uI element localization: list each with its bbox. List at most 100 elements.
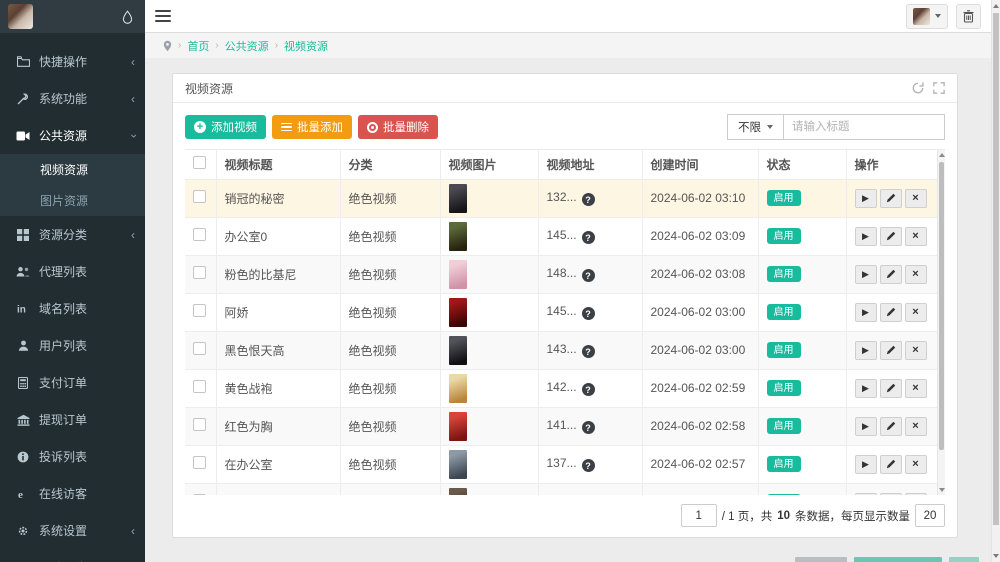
edit-button[interactable] (879, 340, 902, 360)
breadcrumb-home[interactable]: 首页 (187, 38, 209, 54)
row-checkbox[interactable] (193, 456, 206, 469)
breadcrumb-video-res[interactable]: 视频资源 (284, 38, 328, 54)
sidebar-item-system-func[interactable]: 系统功能 ‹ (0, 80, 145, 117)
scroll-up-arrow-icon[interactable] (939, 153, 945, 157)
category-filter-dropdown[interactable]: 不限 (727, 114, 783, 140)
delete-button[interactable]: × (904, 340, 927, 360)
droplet-icon[interactable] (122, 9, 133, 24)
page-scrollbar[interactable] (991, 0, 1000, 562)
delete-button[interactable]: × (904, 492, 927, 495)
gear-icon (15, 524, 31, 537)
play-button[interactable]: ▶ (854, 264, 877, 284)
row-checkbox[interactable] (193, 380, 206, 393)
question-circle-icon[interactable]: ? (581, 459, 595, 473)
delete-button[interactable]: × (904, 416, 927, 436)
question-circle-icon[interactable]: ? (581, 345, 595, 359)
edit-button[interactable] (879, 302, 902, 322)
sidebar-item-res-category[interactable]: 资源分类 ‹ (0, 216, 145, 253)
video-thumbnail[interactable] (448, 183, 467, 213)
question-circle-icon[interactable]: ? (581, 269, 595, 283)
sidebar-item-domain-list[interactable]: in 域名列表 (0, 290, 145, 327)
video-thumbnail[interactable] (448, 335, 467, 365)
play-button[interactable]: ▶ (854, 302, 877, 322)
page-scrollbar-thumb[interactable] (993, 13, 999, 525)
edit-button[interactable] (879, 188, 902, 208)
delete-button[interactable]: × (904, 454, 927, 474)
sidebar-item-quick-ops[interactable]: 快捷操作 ‹ (0, 43, 145, 80)
batch-delete-button[interactable]: 批量删除 (358, 115, 438, 139)
select-all-checkbox[interactable] (193, 156, 206, 170)
table-row: 黄色战袍 绝色视频 142...? 2024-06-02 02:59 启用 ▶ × (185, 369, 937, 408)
question-circle-icon[interactable]: ? (581, 421, 595, 435)
play-button[interactable]: ▶ (854, 188, 877, 208)
delete-button[interactable]: × (904, 226, 927, 246)
sidebar-item-online-visitors[interactable]: e 在线访客 (0, 475, 145, 512)
breadcrumb-public-res[interactable]: 公共资源 (225, 38, 269, 54)
pagination: / 1 页，共 10 条数据，每页显示数量 (185, 504, 945, 527)
row-checkbox[interactable] (193, 494, 206, 495)
edit-button[interactable] (879, 378, 902, 398)
sidebar-item-public-res[interactable]: 公共资源 ‹ (0, 117, 145, 154)
per-page-input[interactable] (915, 504, 945, 527)
question-circle-icon[interactable]: ? (581, 307, 595, 321)
play-button[interactable]: ▶ (854, 340, 877, 360)
row-checkbox[interactable] (193, 304, 206, 317)
question-circle-icon[interactable]: ? (581, 231, 595, 245)
user-menu-button[interactable] (906, 3, 948, 29)
question-circle-icon[interactable]: ? (581, 193, 595, 207)
user-avatar[interactable] (8, 4, 33, 29)
batch-add-button[interactable]: 批量添加 (272, 115, 352, 139)
sidebar-toggle-icon[interactable] (155, 10, 171, 22)
delete-button[interactable]: × (904, 264, 927, 284)
video-thumbnail[interactable] (448, 259, 467, 289)
video-thumbnail[interactable] (448, 221, 467, 251)
scroll-down-arrow-icon[interactable] (993, 554, 999, 558)
edit-button[interactable] (879, 264, 902, 284)
delete-button[interactable]: × (904, 302, 927, 322)
scrollbar-thumb[interactable] (939, 162, 944, 450)
sidebar-item-withdraw-orders[interactable]: 提现订单 (0, 401, 145, 438)
play-button[interactable]: ▶ (854, 454, 877, 474)
delete-button[interactable]: × (904, 188, 927, 208)
video-thumbnail[interactable] (448, 487, 467, 495)
play-button[interactable]: ▶ (854, 492, 877, 495)
sidebar-item-complaint-list[interactable]: 投诉列表 (0, 438, 145, 475)
page-number-input[interactable] (680, 504, 717, 527)
sidebar-item-agent-list[interactable]: 代理列表 (0, 253, 145, 290)
play-button[interactable]: ▶ (854, 226, 877, 246)
edit-button[interactable] (879, 226, 902, 246)
sidebar-subitem-image-res[interactable]: 图片资源 (0, 185, 145, 216)
sidebar-item-user-list[interactable]: 用户列表 (0, 327, 145, 364)
refresh-icon[interactable] (912, 82, 924, 94)
created-time: 2024-06-02 03:00 (642, 331, 759, 370)
video-thumbnail[interactable] (448, 411, 467, 441)
sidebar-item-system-settings[interactable]: 系统设置 ‹ (0, 512, 145, 549)
row-checkbox[interactable] (193, 228, 206, 241)
edit-button[interactable] (879, 416, 902, 436)
sidebar-subitem-video-res[interactable]: 视频资源 (0, 154, 145, 185)
add-video-button[interactable]: + 添加视频 (185, 115, 266, 139)
video-thumbnail[interactable] (448, 449, 467, 479)
row-checkbox[interactable] (193, 266, 206, 279)
table-row: 阿娇 绝色视频 145...? 2024-06-02 03:00 启用 ▶ × (185, 293, 937, 332)
question-circle-icon[interactable]: ? (581, 383, 595, 397)
row-checkbox[interactable] (193, 190, 206, 203)
delete-button[interactable]: × (904, 378, 927, 398)
sidebar-item-pay-orders[interactable]: 支付订单 (0, 364, 145, 401)
table-scrollbar[interactable] (937, 150, 945, 495)
main-area: › 首页 › 公共资源 › 视频资源 视频资源 + 添加视频 批量添加 批量删除… (145, 0, 991, 562)
video-thumbnail[interactable] (448, 297, 467, 327)
play-button[interactable]: ▶ (854, 416, 877, 436)
scroll-down-arrow-icon[interactable] (939, 488, 945, 492)
play-button[interactable]: ▶ (854, 378, 877, 398)
video-thumbnail[interactable] (448, 373, 467, 403)
sidebar-item-site-notice[interactable]: 网站公告 (0, 549, 145, 562)
scroll-up-arrow-icon[interactable] (993, 4, 999, 8)
title-search-input[interactable] (783, 114, 945, 140)
row-checkbox[interactable] (193, 342, 206, 355)
expand-icon[interactable] (933, 82, 945, 94)
edit-button[interactable] (879, 454, 902, 474)
row-checkbox[interactable] (193, 418, 206, 431)
trash-button[interactable] (956, 3, 981, 29)
edit-button[interactable] (879, 492, 902, 495)
